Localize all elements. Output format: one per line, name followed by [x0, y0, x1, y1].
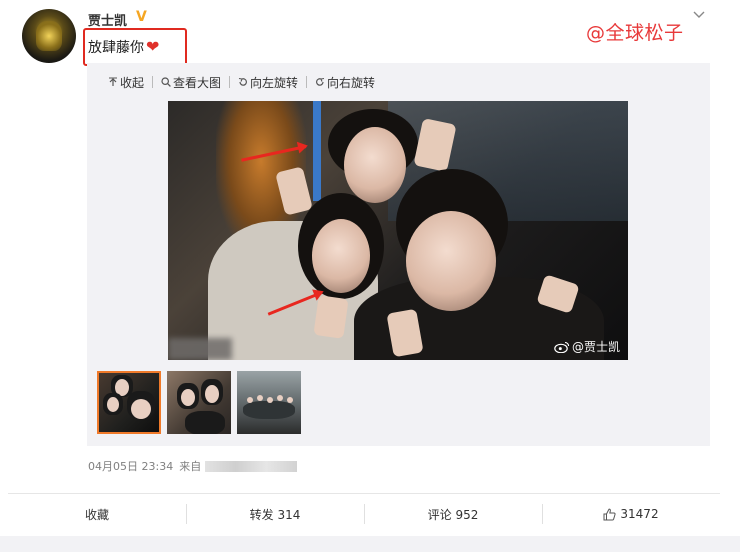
blurred-source — [205, 460, 298, 472]
rotate-left-label: 向左旋转 — [250, 75, 299, 90]
view-large-label: 查看大图 — [173, 75, 222, 90]
photo-watermark: @贾士凯 — [554, 338, 620, 355]
rotate-right-label: 向右旋转 — [327, 75, 376, 90]
post-text: 放肆藤你 ❤ — [88, 37, 160, 56]
main-photo[interactable]: @贾士凯 — [168, 101, 628, 360]
thumbnail-3[interactable] — [237, 371, 301, 434]
weibo-icon — [554, 341, 570, 353]
favorite-label: 收藏 — [84, 507, 109, 522]
search-icon — [161, 77, 171, 87]
post-meta: 04月05日 23:34 来自 — [88, 458, 298, 474]
repost-button[interactable]: 转发 314 — [186, 494, 364, 534]
thumbnail-strip — [97, 371, 301, 434]
thumbnail-1[interactable] — [97, 371, 161, 434]
like-button[interactable]: 31472 — [542, 494, 720, 534]
collapse-label: 收起 — [120, 75, 145, 90]
favorite-button[interactable]: 收藏 — [8, 494, 186, 534]
heart-icon: ❤ — [146, 37, 160, 56]
blurred-area — [168, 338, 232, 360]
bottom-band — [0, 536, 740, 552]
rotate-left-button[interactable]: 向左旋转 — [238, 74, 298, 91]
collapse-button[interactable]: 收起 — [108, 74, 144, 91]
rotate-right-icon — [316, 77, 325, 86]
image-toolbar: 收起 查看大图 向左旋转 向右旋转 — [108, 74, 375, 90]
watermark-text: @全球松子 — [586, 22, 684, 44]
thumbnail-2[interactable] — [167, 371, 231, 434]
rotate-left-icon — [238, 77, 248, 86]
view-large-button[interactable]: 查看大图 — [161, 74, 221, 91]
comment-label: 评论 952 — [427, 507, 479, 522]
source-prefix: 来自 — [179, 460, 202, 473]
timestamp[interactable]: 04月05日 23:34 — [88, 458, 173, 474]
thumbs-up-icon — [603, 508, 616, 520]
comment-button[interactable]: 评论 952 — [364, 494, 542, 534]
like-count: 31472 — [620, 507, 659, 521]
repost-label: 转发 314 — [249, 507, 301, 522]
action-bar: 收藏 转发 314 评论 952 31472 — [8, 494, 720, 534]
username[interactable]: 贾士凯 — [88, 10, 127, 29]
verified-badge-icon: V — [136, 9, 147, 25]
chevron-down-icon[interactable] — [693, 9, 705, 21]
collapse-icon — [109, 77, 117, 86]
rotate-right-button[interactable]: 向右旋转 — [315, 74, 375, 91]
avatar[interactable] — [22, 9, 76, 63]
